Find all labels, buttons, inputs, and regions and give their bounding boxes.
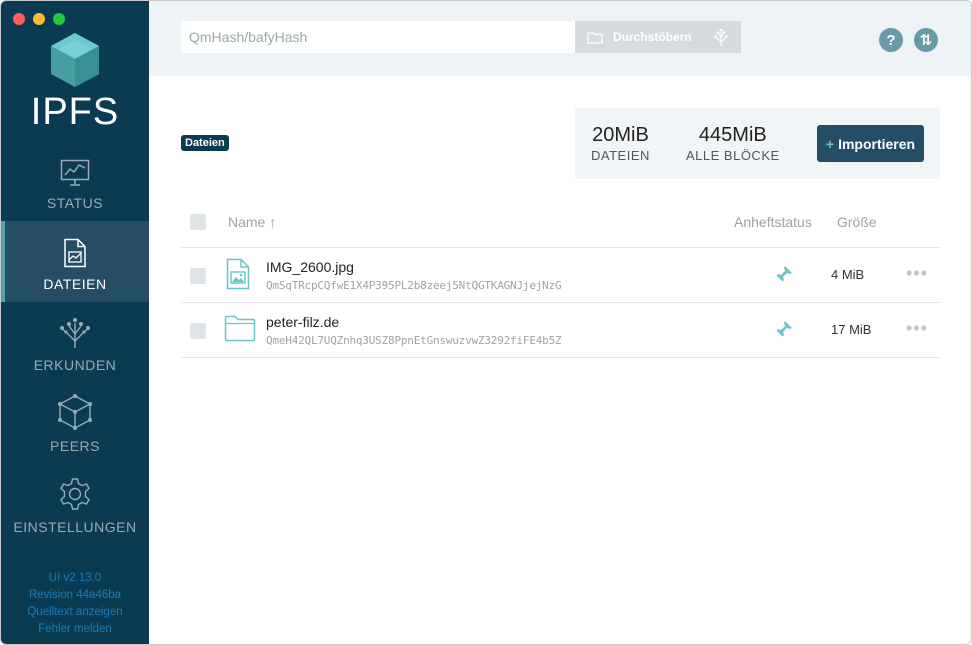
file-size: 4 MiB — [831, 267, 865, 282]
sidebar-item-files[interactable]: DATEIEN — [1, 221, 149, 302]
folder-outline-icon — [587, 31, 603, 44]
ipfs-cube-icon — [51, 33, 99, 87]
table-row[interactable]: peter-filz.de QmeH42QL7UQZnhq3USZ8PpnEtG… — [181, 303, 940, 358]
ipfs-logo[interactable]: IPFS — [1, 31, 149, 134]
sidebar-item-label: STATUS — [46, 195, 104, 211]
files-size-value: 20MiB — [592, 124, 649, 146]
folder-name[interactable]: peter-filz.de — [266, 314, 339, 330]
gear-icon — [60, 478, 90, 510]
stats-panel: 20MiB DATEIEN 445MiB ALLE BLÖCKE + Impor… — [575, 108, 940, 179]
browse-label: Durchstöbern — [613, 30, 692, 44]
minimize-window-button[interactable] — [33, 13, 45, 25]
table-row[interactable]: IMG_2600.jpg QmSqTRcpCQfwE1X4P395PL2b8ze… — [181, 248, 940, 303]
import-label: Importieren — [838, 135, 916, 152]
browse-button[interactable]: Durchstöbern — [575, 21, 741, 53]
sidebar-item-status[interactable]: STATUS — [1, 140, 149, 221]
sidebar-item-label: EINSTELLUNGEN — [13, 519, 137, 535]
file-name[interactable]: IMG_2600.jpg — [266, 259, 354, 275]
plus-icon: + — [825, 135, 835, 152]
sidebar-nav: STATUS DATEIEN ERKUNDEN PEERS EINSTELLUN… — [1, 140, 149, 545]
main-content: Dateien 20MiB DATEIEN 445MiB ALLE BLÖCKE… — [149, 76, 971, 644]
revision-link[interactable]: Revision 44a46ba — [1, 587, 149, 604]
row-checkbox[interactable] — [190, 268, 206, 284]
folder-hash: QmeH42QL7UQZnhq3USZ8PpnEtGnswuzvwZ3292fi… — [266, 334, 562, 347]
blocks-size-value: 445MiB — [698, 124, 767, 146]
explore-tree-icon — [60, 318, 90, 348]
peers-cube-icon — [58, 394, 92, 430]
transfer-icon[interactable]: ⇅ — [914, 28, 938, 52]
pin-icon[interactable] — [773, 320, 793, 340]
sidebar-item-explore[interactable]: ERKUNDEN — [1, 302, 149, 383]
table-header: Name ↑ Anheftstatus Größe — [181, 212, 940, 248]
breadcrumb[interactable]: Dateien — [181, 135, 229, 151]
files-size-label: DATEIEN — [591, 148, 650, 163]
sidebar-item-label: DATEIEN — [43, 276, 107, 292]
files-icon — [64, 238, 86, 268]
more-options-icon[interactable]: ••• — [906, 263, 928, 284]
source-code-link[interactable]: Quelltext anzeigen — [1, 604, 149, 621]
sidebar-item-label: PEERS — [50, 438, 100, 454]
explore-tree-icon — [714, 28, 728, 46]
folder-size: 17 MiB — [831, 322, 872, 337]
ui-version-link[interactable]: UI v2.13.0 — [1, 570, 149, 587]
image-file-icon — [226, 258, 250, 290]
row-checkbox[interactable] — [190, 323, 206, 339]
column-header-size[interactable]: Größe — [837, 214, 877, 230]
version-info: UI v2.13.0 Revision 44a46ba Quelltext an… — [1, 570, 149, 638]
import-button[interactable]: + Importieren — [817, 125, 924, 162]
maximize-window-button[interactable] — [53, 13, 65, 25]
close-window-button[interactable] — [13, 13, 25, 25]
app-window: IPFS STATUS DATEIEN ERKUNDEN PEERS EINST… — [0, 0, 972, 645]
select-all-checkbox[interactable] — [190, 214, 206, 230]
column-header-name[interactable]: Name ↑ — [228, 214, 276, 230]
folder-icon — [224, 315, 256, 342]
header: QmHash/bafyHash Durchstöbern ? ⇅ — [149, 1, 971, 76]
sidebar-item-peers[interactable]: PEERS — [1, 383, 149, 464]
sidebar-item-settings[interactable]: EINSTELLUNGEN — [1, 464, 149, 545]
pin-icon[interactable] — [773, 265, 793, 285]
sidebar-item-label: ERKUNDEN — [33, 357, 117, 373]
column-header-pin-status: Anheftstatus — [734, 214, 812, 230]
report-bug-link[interactable]: Fehler melden — [1, 621, 149, 638]
file-hash: QmSqTRcpCQfwE1X4P395PL2b8zeej5NtQGTKAGNJ… — [266, 279, 562, 292]
blocks-size-label: ALLE BLÖCKE — [686, 148, 780, 163]
more-options-icon[interactable]: ••• — [906, 318, 928, 339]
blocks-stat: 445MiB ALLE BLÖCKE — [686, 124, 780, 163]
logo-text: IPFS — [30, 91, 120, 133]
status-chart-icon — [60, 159, 90, 186]
window-controls — [13, 13, 65, 25]
files-stat: 20MiB DATEIEN — [591, 124, 650, 163]
search-input[interactable]: QmHash/bafyHash — [181, 21, 575, 53]
sidebar: IPFS STATUS DATEIEN ERKUNDEN PEERS EINST… — [1, 1, 149, 644]
help-icon[interactable]: ? — [879, 28, 903, 52]
